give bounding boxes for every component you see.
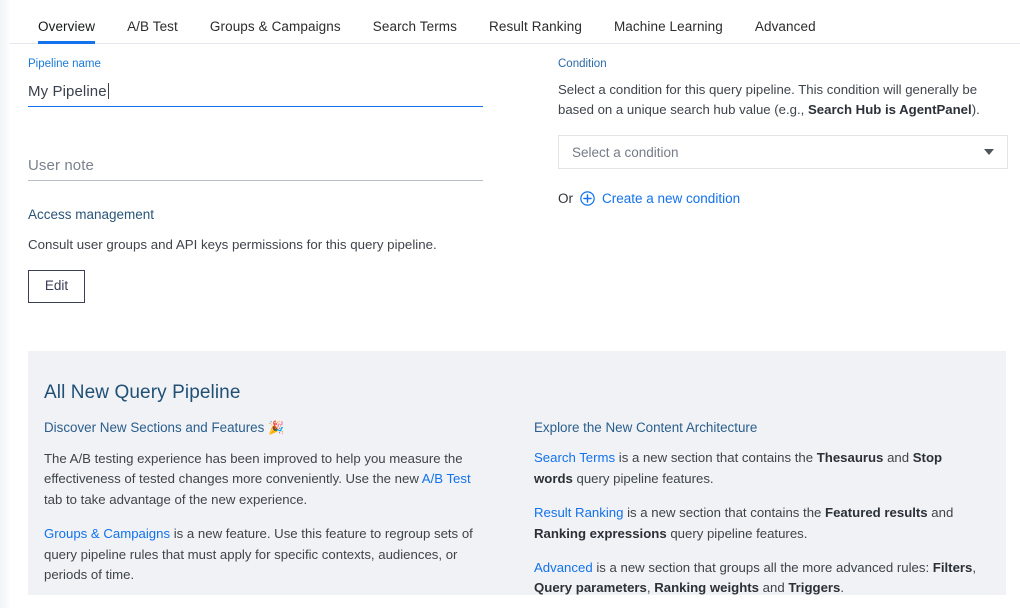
- condition-description-part2: ).: [971, 101, 980, 117]
- cr-p2-a: is a new section that contains the: [623, 505, 826, 521]
- tab-list: Overview A/B Test Groups & Campaigns Sea…: [10, 0, 1020, 44]
- edit-button[interactable]: Edit: [28, 270, 85, 303]
- pipeline-name-field: Pipeline name My Pipeline: [28, 58, 483, 107]
- access-management-text: Consult user groups and API keys permiss…: [28, 236, 437, 252]
- user-note-placeholder: User note: [28, 156, 94, 174]
- tab-overview-label: Overview: [38, 18, 96, 34]
- access-management-heading: Access management: [28, 206, 155, 222]
- tab-result-ranking[interactable]: Result Ranking: [473, 18, 598, 45]
- cr-p3-a: is a new section that groups all the mor…: [592, 560, 933, 576]
- card-left-subtitle: Discover New Sections and Features 🎉: [44, 419, 489, 437]
- pipeline-name-value: My Pipeline: [28, 82, 107, 100]
- tab-search-terms-label: Search Terms: [372, 18, 457, 34]
- access-management-section: Access management Consult user groups an…: [28, 207, 483, 303]
- right-column: Condition Select a condition for this qu…: [558, 58, 1020, 303]
- search-terms-link[interactable]: Search Terms: [534, 450, 615, 465]
- cr-p2-b2: Ranking expressions: [534, 525, 667, 541]
- pipeline-name-label: Pipeline name: [28, 58, 101, 70]
- user-note-field: User note: [28, 153, 483, 181]
- card-right-column: Explore the New Content Architecture Sea…: [534, 419, 979, 608]
- cr-p2-b1: Featured results: [825, 505, 928, 521]
- tab-machine-learning[interactable]: Machine Learning: [598, 18, 739, 45]
- cr-p3-mid1: ,: [972, 560, 977, 576]
- tab-groups-campaigns[interactable]: Groups & Campaigns: [194, 18, 357, 45]
- advanced-link[interactable]: Advanced: [534, 560, 593, 575]
- cr-p1-end: query pipeline features.: [572, 470, 714, 486]
- tab-bar: Overview A/B Test Groups & Campaigns Sea…: [10, 0, 1020, 44]
- cl-p1-a: The A/B testing experience has been impr…: [44, 450, 463, 487]
- ab-test-link[interactable]: A/B Test: [422, 471, 471, 486]
- new-pipeline-info-card: All New Query Pipeline Discover New Sect…: [28, 351, 1006, 595]
- condition-label: Condition: [558, 58, 607, 70]
- user-note-input[interactable]: User note: [28, 153, 483, 181]
- card-columns: Discover New Sections and Features 🎉 The…: [28, 419, 1006, 608]
- plus-circle-icon[interactable]: [580, 191, 595, 207]
- condition-select-placeholder: Select a condition: [572, 144, 679, 160]
- condition-description-bold: Search Hub is AgentPanel: [808, 101, 972, 117]
- or-label: Or: [558, 191, 573, 207]
- cr-p3-b4: Triggers: [788, 580, 841, 596]
- card-right-paragraph-1: Search Terms is a new section that conta…: [534, 448, 979, 489]
- condition-description: Select a condition for this query pipeli…: [558, 80, 1010, 120]
- cr-p3-b1: Filters: [932, 560, 973, 576]
- card-left-column: Discover New Sections and Features 🎉 The…: [44, 419, 489, 608]
- pipeline-name-input[interactable]: My Pipeline: [28, 79, 483, 107]
- tab-advanced[interactable]: Advanced: [739, 18, 832, 45]
- card-right-paragraph-2: Result Ranking is a new section that con…: [534, 503, 979, 544]
- card-left-paragraph-2: Groups & Campaigns is a new feature. Use…: [44, 524, 489, 585]
- main-content: Pipeline name My Pipeline User note Acce…: [10, 44, 1020, 303]
- tab-search-terms[interactable]: Search Terms: [357, 18, 473, 45]
- cr-p3-mid3: and: [759, 580, 789, 596]
- tab-overview[interactable]: Overview: [27, 18, 111, 45]
- cr-p2-mid: and: [927, 505, 954, 521]
- field-spacer: [28, 133, 483, 153]
- left-column: Pipeline name My Pipeline User note Acce…: [28, 58, 483, 303]
- left-gutter: [0, 0, 10, 608]
- create-condition-row: Or Create a new condition: [558, 191, 1020, 206]
- cr-p1-mid: and: [883, 450, 913, 466]
- cr-p1-b1: Thesaurus: [816, 450, 884, 466]
- tab-result-ranking-label: Result Ranking: [489, 18, 582, 34]
- condition-select[interactable]: Select a condition: [558, 135, 1008, 170]
- tab-machine-learning-label: Machine Learning: [613, 18, 723, 34]
- party-popper-icon: 🎉: [268, 419, 285, 435]
- tab-ab-test-label: A/B Test: [127, 18, 178, 34]
- cr-p3-end: .: [840, 580, 845, 596]
- result-ranking-link[interactable]: Result Ranking: [534, 505, 623, 520]
- tab-advanced-label: Advanced: [754, 18, 816, 34]
- cl-p1-b: tab to take advantage of the new experie…: [44, 491, 308, 507]
- chevron-down-icon: [984, 149, 994, 156]
- card-title: All New Query Pipeline: [44, 382, 241, 403]
- card-left-subtitle-text: Discover New Sections and Features: [44, 419, 265, 435]
- groups-campaigns-link[interactable]: Groups & Campaigns: [44, 526, 170, 541]
- card-left-paragraph-1: The A/B testing experience has been impr…: [44, 449, 489, 510]
- tab-ab-test[interactable]: A/B Test: [111, 18, 194, 45]
- tab-groups-campaigns-label: Groups & Campaigns: [209, 18, 341, 34]
- card-right-paragraph-3: Advanced is a new section that groups al…: [534, 558, 979, 599]
- text-caret: [107, 82, 109, 99]
- query-pipeline-overview-page: Overview A/B Test Groups & Campaigns Sea…: [0, 0, 1020, 608]
- cr-p3-b2: Query parameters: [534, 580, 647, 596]
- cr-p3-b3: Ranking weights: [654, 580, 759, 596]
- create-new-condition-link[interactable]: Create a new condition: [602, 191, 740, 206]
- card-right-subtitle: Explore the New Content Architecture: [534, 419, 758, 435]
- cr-p2-end: query pipeline features.: [666, 525, 808, 541]
- form-columns: Pipeline name My Pipeline User note Acce…: [10, 44, 1020, 303]
- cr-p1-a: is a new section that contains the: [615, 450, 817, 466]
